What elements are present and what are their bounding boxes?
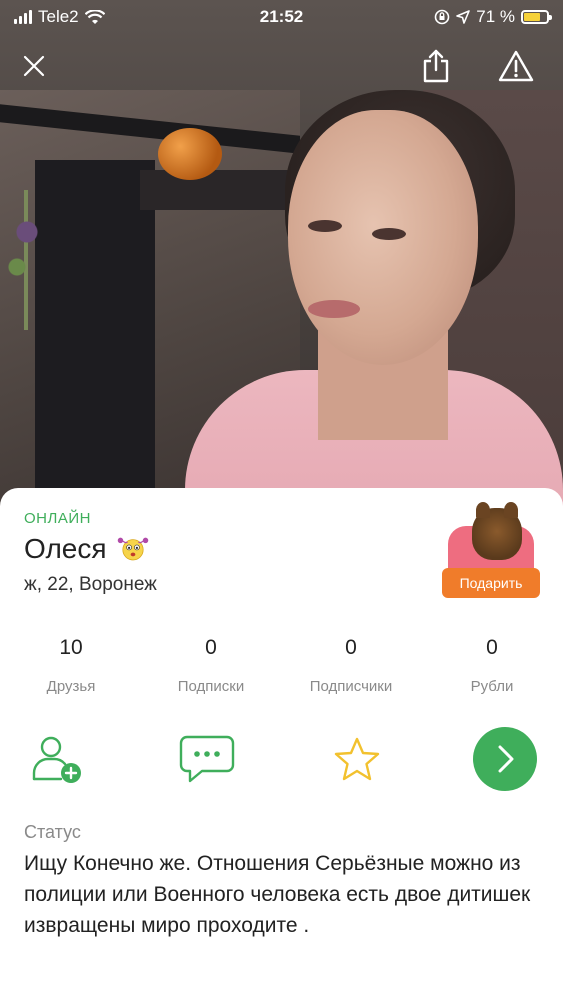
orientation-lock-icon (434, 9, 450, 25)
stats-row: 10 Друзья 0 Подписки 0 Подписчики 0 Рубл… (0, 636, 563, 706)
message-icon (179, 735, 235, 783)
stat-friends[interactable]: 10 Друзья (1, 636, 141, 695)
add-friend-button[interactable] (22, 726, 92, 792)
add-friend-icon (32, 736, 81, 783)
stat-label: Подписчики (309, 678, 393, 695)
stat-value: 10 (59, 636, 83, 659)
more-button[interactable] (470, 726, 540, 792)
profile-info: ж, 22, Воронеж (24, 574, 157, 595)
report-button[interactable] (494, 44, 538, 88)
stat-label: Друзья (46, 678, 96, 695)
status-text: Ищу Конечно же. Отношения Серьёзные можн… (24, 852, 531, 937)
battery-fill (524, 13, 540, 21)
top-toolbar (0, 34, 563, 96)
photo-eye-right (372, 228, 406, 240)
message-button[interactable] (172, 726, 242, 792)
smiley-icon (117, 537, 148, 561)
name-row: Олеся (24, 532, 151, 566)
star-icon (334, 737, 380, 781)
battery-icon (521, 10, 552, 24)
stat-value: 0 (486, 636, 498, 659)
share-icon (423, 49, 449, 83)
photo-cabinet (35, 160, 155, 500)
gift-dog-image (472, 502, 522, 560)
stat-subscriptions[interactable]: 0 Подписки (141, 636, 281, 695)
status-right-group: 71 % (434, 7, 552, 27)
stat-label: Подписки (177, 678, 245, 695)
close-icon (23, 55, 45, 77)
status-label: Статус (24, 822, 81, 842)
profile-name: Олеся (24, 533, 107, 564)
location-icon (456, 10, 471, 24)
stat-value: 0 (345, 636, 357, 659)
profile-card: ОНЛАЙН Олеся ж, 22, Воронеж Подарить 10 … (0, 488, 563, 1000)
photo-lips (308, 300, 360, 318)
photo-eye-left (308, 220, 342, 232)
close-button[interactable] (12, 44, 56, 88)
stat-rubles[interactable]: 0 Рубли (422, 636, 562, 695)
battery-percent: 71 % (476, 7, 515, 26)
stat-value: 0 (205, 636, 217, 659)
online-status: ОНЛАЙН (24, 510, 91, 527)
warning-icon (498, 50, 534, 82)
gift-widget[interactable]: Подарить (442, 502, 540, 602)
stat-subscribers[interactable]: 0 Подписчики (281, 636, 421, 695)
chevron-right-icon (473, 727, 537, 791)
photo-flowers (2, 190, 52, 330)
favorite-button[interactable] (322, 726, 392, 792)
stat-label: Рубли (470, 678, 514, 695)
photo-shelf-lower (140, 170, 290, 210)
action-row (0, 726, 563, 796)
gift-button[interactable]: Подарить (442, 568, 540, 598)
share-button[interactable] (414, 44, 458, 88)
photo-vase (158, 128, 222, 180)
status-bar: Tele2 21:52 71 % (0, 0, 563, 34)
